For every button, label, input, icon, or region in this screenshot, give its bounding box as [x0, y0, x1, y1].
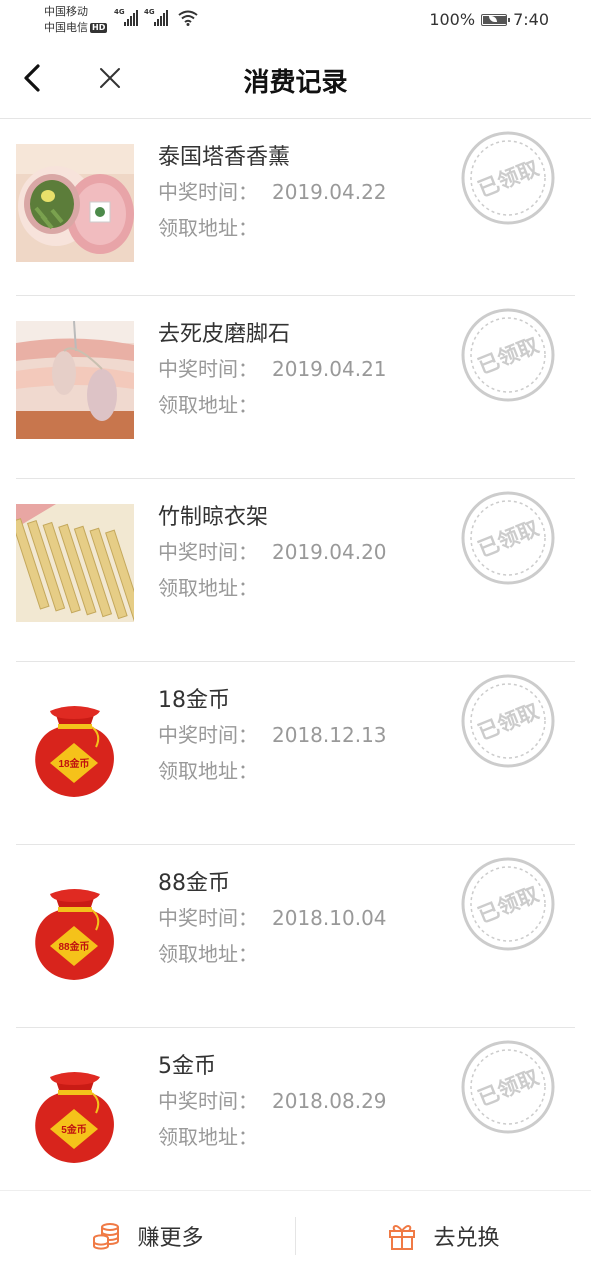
- record-item[interactable]: 竹制晾衣架中奖时间： 2019.04.20 领取地址： 已领取: [16, 479, 575, 662]
- claimed-stamp: 已领取: [461, 131, 555, 225]
- record-info: 去死皮磨脚石 中奖时间： 2019.04.21 领取地址：: [158, 319, 387, 423]
- win-date: 2019.04.22: [272, 180, 387, 204]
- product-image: [16, 321, 134, 439]
- claimed-stamp: 已领取: [461, 491, 555, 585]
- signal-icon: 4G: [114, 8, 138, 26]
- coin-bag-image: 88金币: [16, 870, 134, 988]
- signal-icon: 4G: [144, 8, 168, 26]
- item-name: 泰国塔香香薰: [158, 145, 291, 170]
- stamp-text: 已领取: [475, 516, 542, 562]
- page-title: 消费记录: [243, 68, 348, 98]
- address-label: 领取地址：: [158, 1125, 258, 1149]
- stamp-text: 已领取: [475, 1065, 542, 1111]
- win-time-row: 中奖时间： 2019.04.22: [158, 174, 387, 210]
- product-image: [16, 504, 134, 622]
- win-time-label: 中奖时间：: [158, 1089, 258, 1113]
- record-info: 18金币中奖时间： 2018.12.13 领取地址：: [158, 685, 387, 789]
- address-label: 领取地址：: [158, 942, 258, 966]
- coins-icon: [93, 1223, 120, 1250]
- address-row: 领取地址：: [158, 570, 387, 606]
- record-info: 5金币中奖时间： 2018.08.29 领取地址：: [158, 1051, 387, 1155]
- item-name: 竹制晾衣架: [158, 505, 269, 530]
- gift-icon: [389, 1225, 416, 1250]
- record-item[interactable]: 5金币 5金币 中奖时间： 2018.08.29 领取地址： 已领取: [16, 1028, 575, 1211]
- clock: 7:40: [513, 10, 549, 29]
- coin-bag-image: 5金币: [16, 1053, 134, 1171]
- stamp-text: 已领取: [475, 699, 542, 745]
- address-label: 领取地址：: [158, 576, 258, 600]
- win-time-row: 中奖时间： 2018.12.13: [158, 717, 387, 753]
- stamp-text: 已领取: [475, 156, 542, 202]
- win-time-label: 中奖时间：: [158, 906, 258, 930]
- address-label: 领取地址：: [158, 393, 258, 417]
- address-row: 领取地址：: [158, 1119, 387, 1155]
- product-image: [16, 144, 134, 262]
- status-right: 100% 7:40: [429, 10, 549, 29]
- record-list: 泰国塔香香薰 中奖时间： 2019.04.22 领取地址： 已领取 去死皮磨脚石 中奖时…: [0, 119, 591, 1211]
- record-info: 泰国塔香香薰 中奖时间： 2019.04.22 领取地址：: [158, 142, 387, 246]
- item-name: 5金币: [158, 1054, 216, 1079]
- network-type-1: 4G: [114, 8, 125, 16]
- stamp-text: 已领取: [475, 882, 542, 928]
- nav-bar: 消费记录: [0, 40, 591, 119]
- carrier-2: 中国电信: [44, 21, 88, 34]
- win-date: 2018.08.29: [272, 1089, 387, 1113]
- item-name: 去死皮磨脚石: [158, 322, 291, 347]
- coin-bag-image: 18金币: [16, 687, 134, 805]
- address-label: 领取地址：: [158, 216, 258, 240]
- carrier-info: 中国移动 中国电信 HD: [44, 4, 108, 36]
- record-item[interactable]: 去死皮磨脚石 中奖时间： 2019.04.21 领取地址： 已领取: [16, 296, 575, 479]
- record-item[interactable]: 18金币 18金币 中奖时间： 2018.12.13 领取地址： 已领取: [16, 662, 575, 845]
- battery-percent: 100%: [429, 10, 476, 29]
- address-row: 领取地址：: [158, 936, 387, 972]
- record-info: 88金币中奖时间： 2018.10.04 领取地址：: [158, 868, 387, 972]
- exchange-button[interactable]: 去兑换: [296, 1191, 591, 1281]
- win-time-row: 中奖时间： 2019.04.21: [158, 351, 387, 387]
- item-name: 88金币: [158, 871, 230, 896]
- win-time-label: 中奖时间：: [158, 723, 258, 747]
- carrier-1: 中国移动: [44, 5, 88, 18]
- address-row: 领取地址：: [158, 387, 387, 423]
- svg-text:5金币: 5金币: [61, 1123, 87, 1136]
- address-label: 领取地址：: [158, 759, 258, 783]
- signal-indicators: 4G 4G: [114, 8, 198, 26]
- claimed-stamp: 已领取: [461, 308, 555, 402]
- win-time-row: 中奖时间： 2019.04.20: [158, 534, 387, 570]
- claimed-stamp: 已领取: [461, 674, 555, 768]
- win-time-label: 中奖时间：: [158, 357, 258, 381]
- earn-more-label: 赚更多: [137, 1226, 204, 1251]
- record-item[interactable]: 泰国塔香香薰 中奖时间： 2019.04.22 领取地址： 已领取: [16, 119, 575, 296]
- battery-icon: [481, 13, 511, 26]
- svg-text:18金币: 18金币: [58, 757, 89, 770]
- win-date: 2018.12.13: [272, 723, 387, 747]
- win-date: 2018.10.04: [272, 906, 387, 930]
- win-time-label: 中奖时间：: [158, 180, 258, 204]
- exchange-label: 去兑换: [433, 1226, 500, 1251]
- win-time-row: 中奖时间： 2018.08.29: [158, 1083, 387, 1119]
- record-info: 竹制晾衣架中奖时间： 2019.04.20 领取地址：: [158, 502, 387, 606]
- status-bar: 中国移动 中国电信 HD 4G 4G 100% 7:40: [0, 0, 591, 40]
- network-type-2: 4G: [144, 8, 155, 16]
- win-date: 2019.04.21: [272, 357, 387, 381]
- win-time-row: 中奖时间： 2018.10.04: [158, 900, 387, 936]
- hd-badge: HD: [90, 23, 108, 33]
- address-row: 领取地址：: [158, 210, 387, 246]
- address-row: 领取地址：: [158, 753, 387, 789]
- earn-more-button[interactable]: 赚更多: [0, 1191, 295, 1281]
- record-item[interactable]: 88金币 88金币 中奖时间： 2018.10.04 领取地址： 已领取: [16, 845, 575, 1028]
- win-time-label: 中奖时间：: [158, 540, 258, 564]
- claimed-stamp: 已领取: [461, 1040, 555, 1134]
- claimed-stamp: 已领取: [461, 857, 555, 951]
- bottom-bar: 赚更多 去兑换: [0, 1190, 591, 1281]
- item-name: 18金币: [158, 688, 230, 713]
- stamp-text: 已领取: [475, 333, 542, 379]
- wifi-icon: [178, 10, 198, 26]
- svg-text:88金币: 88金币: [58, 940, 89, 953]
- win-date: 2019.04.20: [272, 540, 387, 564]
